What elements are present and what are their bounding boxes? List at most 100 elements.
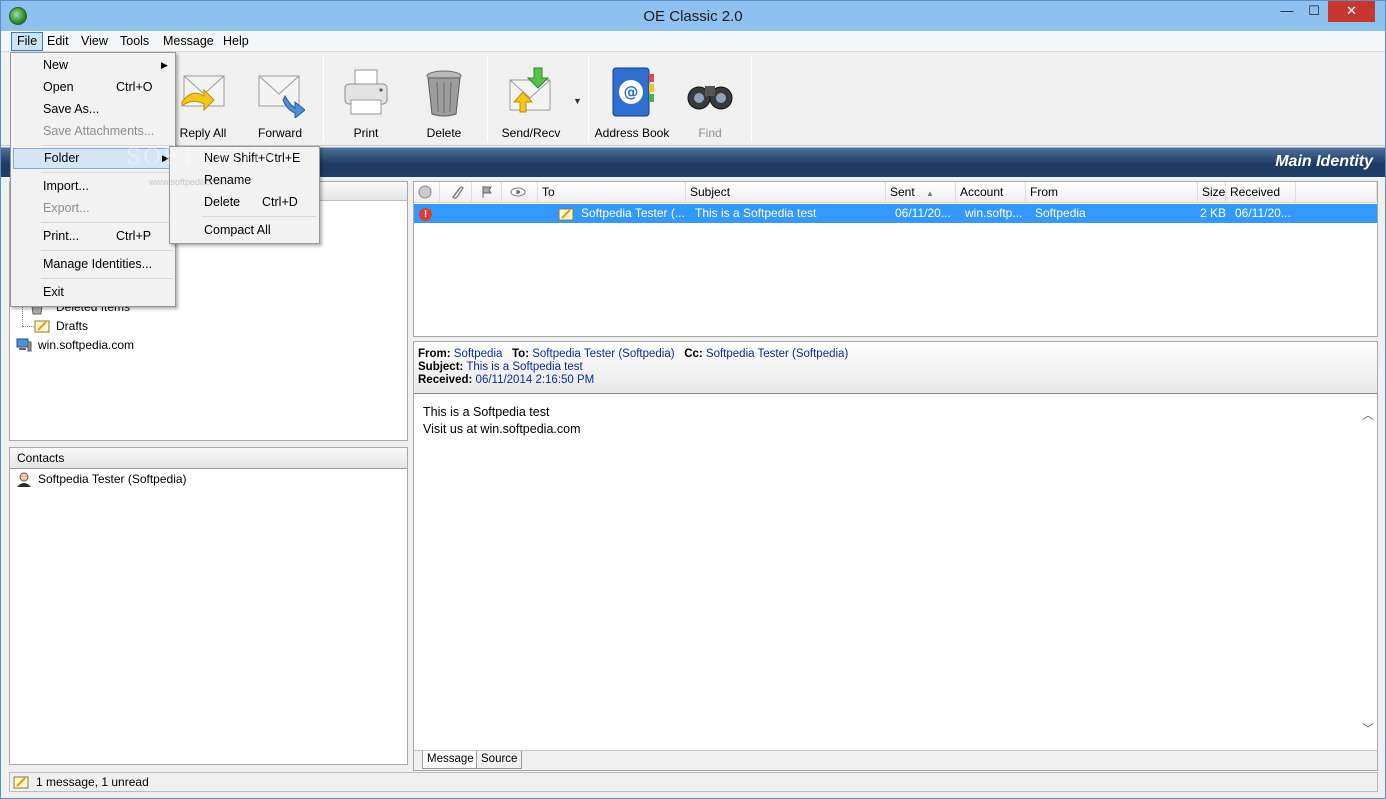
address-book-icon: @ [612, 67, 654, 117]
message-body[interactable]: This is a Softpedia test Visit us at win… [423, 404, 580, 438]
forward-button[interactable]: Forward [242, 58, 318, 142]
message-row[interactable]: ! Softpedia Tester (... This is a Softpe… [414, 204, 1377, 223]
submenu-arrow-icon: ▶ [161, 60, 168, 70]
column-to[interactable]: To [538, 182, 686, 203]
folder-submenu-rename[interactable]: Rename [172, 170, 318, 191]
column-received[interactable]: Received [1226, 182, 1296, 203]
close-button[interactable]: ✕ [1328, 1, 1375, 22]
paperclip-icon [452, 186, 464, 199]
tab-message[interactable]: Message [422, 751, 479, 769]
title-bar[interactable]: OE Classic 2.0 — ☐ ✕ [1, 1, 1385, 31]
column-from[interactable]: From [1026, 182, 1198, 203]
send-receive-icon [509, 67, 551, 113]
print-button[interactable]: Print [328, 58, 404, 142]
file-menu-manage-identities[interactable]: Manage Identities... [13, 254, 173, 275]
contacts-pane: Contacts Softpedia Tester (Softpedia) [9, 447, 408, 765]
received-value: 06/11/2014 2:16:50 PM [475, 374, 595, 386]
file-menu-exit[interactable]: Exit [13, 282, 173, 303]
column-flag[interactable] [472, 182, 502, 203]
folder-label: Drafts [56, 319, 89, 333]
menu-separator [41, 222, 173, 223]
delete-button[interactable]: Delete [406, 58, 482, 142]
print-label: Print [353, 126, 379, 140]
send-recv-dropdown-arrow[interactable]: ▼ [573, 96, 582, 106]
scroll-down-arrow[interactable]: ﹀ [1362, 720, 1374, 737]
reply-all-button[interactable]: Reply All [165, 58, 241, 142]
menu-tools[interactable]: Tools [115, 32, 154, 51]
draft-message-icon [558, 204, 578, 223]
column-subject[interactable]: Subject [686, 182, 886, 203]
menu-message[interactable]: Message [158, 32, 219, 51]
preview-header: From: Softpedia To: Softpedia Tester (So… [414, 342, 1377, 394]
menu-item-shortcut: Ctrl+D [262, 195, 298, 209]
file-menu-folder[interactable]: Folder ▶ [13, 148, 173, 169]
status-text: 1 message, 1 unread [36, 775, 149, 789]
tab-source[interactable]: Source [476, 751, 523, 769]
drafts-icon [34, 319, 50, 333]
folder-submenu-delete[interactable]: Delete Ctrl+D [172, 192, 318, 213]
file-menu-new[interactable]: New ▶ [13, 55, 173, 76]
folder-submenu: New Shift+Ctrl+E Rename Delete Ctrl+D Co… [169, 146, 320, 244]
menu-separator [41, 145, 173, 146]
file-menu: New ▶ Open Ctrl+O Save As... Save Attach… [10, 52, 176, 307]
file-menu-open[interactable]: Open Ctrl+O [13, 77, 173, 98]
column-priority[interactable] [414, 182, 440, 203]
scroll-up-arrow[interactable]: ︿ [1362, 406, 1374, 423]
column-size[interactable]: Size [1198, 182, 1226, 203]
address-book-label: Address Book [594, 126, 670, 140]
column-sent[interactable]: Sent ▲ [886, 182, 956, 203]
send-recv-button[interactable]: Send/Recv [493, 58, 569, 142]
sort-ascending-icon: ▲ [926, 189, 934, 198]
row-size: 2 KB [1200, 206, 1227, 220]
file-menu-save-as[interactable]: Save As... [13, 99, 173, 120]
menu-item-label: Folder [44, 151, 80, 165]
menu-item-label: Delete [204, 195, 241, 209]
eye-icon [510, 187, 526, 197]
row-account: win.softp... [965, 206, 1023, 220]
file-menu-print[interactable]: Print... Ctrl+P [13, 226, 173, 247]
column-account[interactable]: Account [956, 182, 1026, 203]
app-window: OE Classic 2.0 — ☐ ✕ File Edit View Tool… [0, 0, 1386, 799]
forward-icon [258, 75, 305, 118]
menu-file[interactable]: File [11, 32, 44, 51]
tree-line [22, 304, 23, 326]
toolbar-separator [323, 56, 324, 142]
status-bar: 1 message, 1 unread [9, 772, 1378, 792]
column-watch[interactable] [502, 182, 538, 203]
folder-submenu-new[interactable]: New Shift+Ctrl+E [172, 148, 318, 169]
delete-label: Delete [426, 126, 462, 140]
to-value[interactable]: Softpedia Tester (Softpedia) [532, 348, 674, 360]
row-received: 06/11/20... [1235, 206, 1291, 220]
contacts-header: Contacts [10, 448, 407, 469]
menu-item-label: Print... [43, 229, 80, 243]
message-list: To Subject Sent ▲ Account From Size Rece… [413, 181, 1378, 337]
trash-can-icon [426, 70, 462, 117]
file-menu-import[interactable]: Import... [13, 176, 173, 197]
contact-name: Softpedia Tester (Softpedia) [38, 472, 187, 486]
folder-submenu-compact-all[interactable]: Compact All [172, 220, 318, 241]
window-title: OE Classic 2.0 [643, 8, 743, 25]
reply-all-label: Reply All [179, 126, 227, 140]
menu-help[interactable]: Help [218, 32, 254, 51]
from-label: From: [418, 348, 451, 360]
identity-name[interactable]: Main Identity [1275, 153, 1373, 171]
from-value[interactable]: Softpedia [454, 348, 503, 360]
flag-icon [482, 186, 492, 198]
toolbar-separator [588, 56, 589, 142]
menu-edit[interactable]: Edit [42, 32, 74, 51]
address-book-button[interactable]: @ Address Book [594, 58, 670, 142]
cc-value[interactable]: Softpedia Tester (Softpedia) [706, 348, 848, 360]
find-button[interactable]: Find [672, 58, 748, 142]
toolbar: Reply All Forward Print Delete Send/Recv… [1, 52, 1385, 146]
cc-label: Cc: [684, 348, 703, 360]
column-attachment[interactable] [440, 182, 472, 203]
column-sent-label: Sent [890, 185, 915, 199]
menu-separator [41, 172, 173, 173]
row-from: Softpedia [1035, 206, 1086, 220]
maximize-button[interactable]: ☐ [1301, 1, 1327, 22]
tree-line [22, 326, 34, 327]
minimize-button[interactable]: — [1274, 1, 1300, 22]
account-label: win.softpedia.com [38, 338, 135, 352]
menu-view[interactable]: View [76, 32, 113, 51]
received-label: Received: [418, 374, 473, 386]
